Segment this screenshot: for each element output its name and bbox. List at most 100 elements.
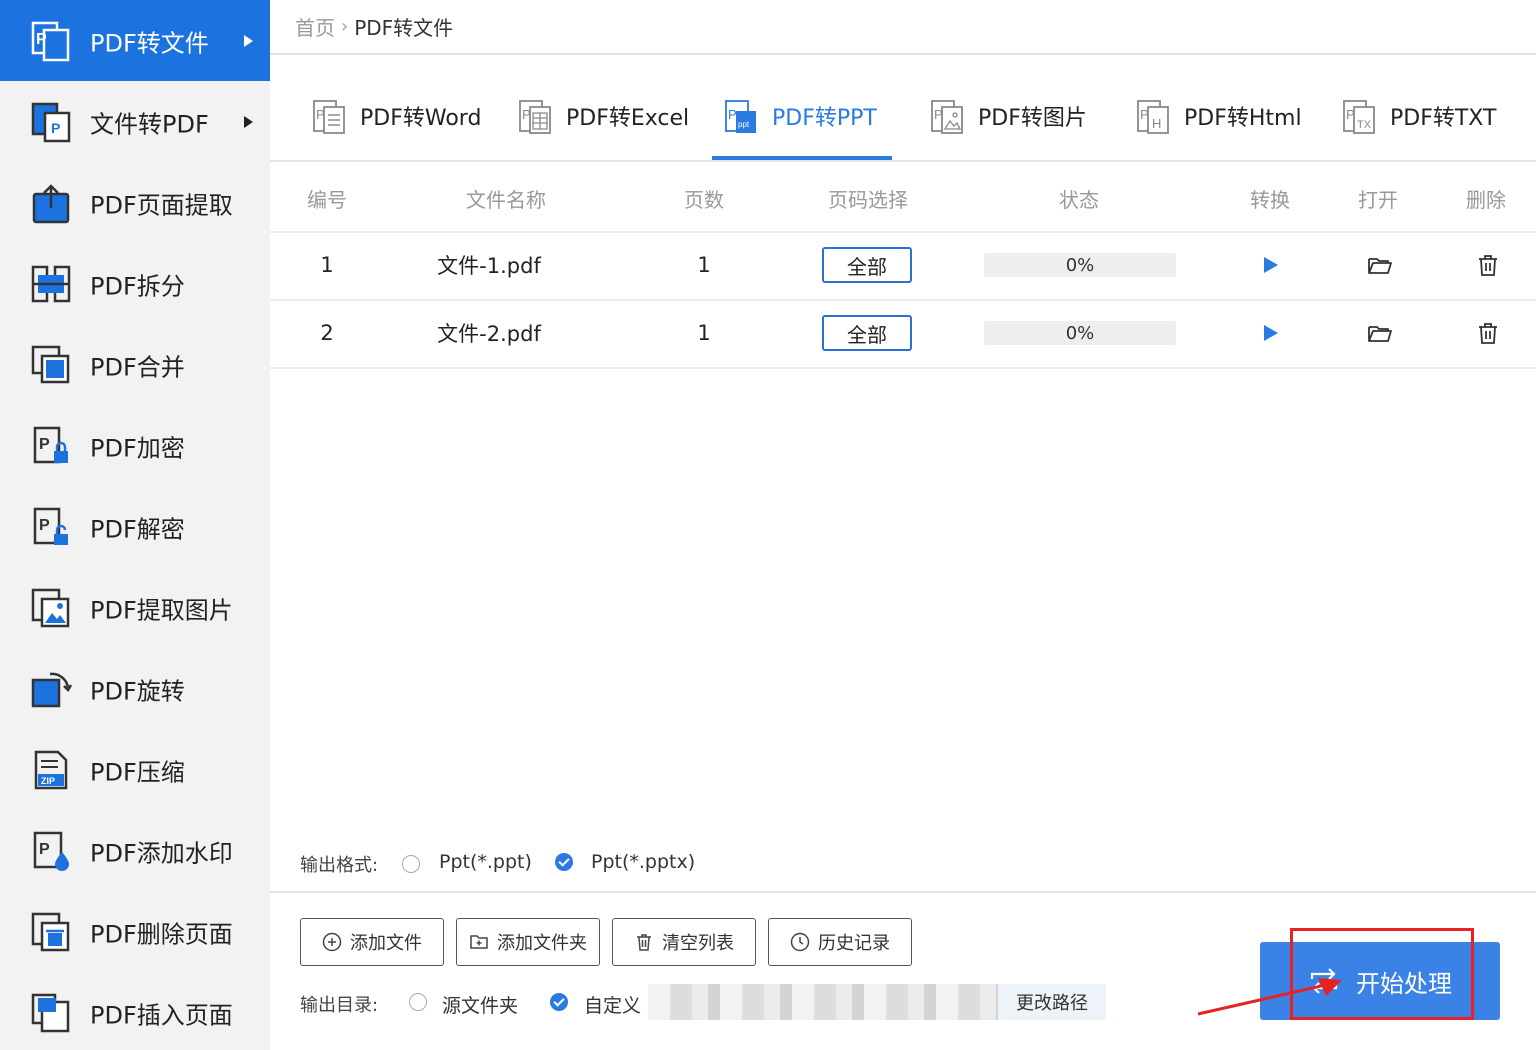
insert-page-icon [31, 993, 70, 1032]
sidebar-item-split[interactable]: PDF拆分 [0, 243, 270, 324]
column-header-status: 状态 [1059, 188, 1099, 212]
add-file-label: 添加文件 [350, 933, 422, 954]
svg-text:P: P [39, 436, 50, 453]
progress-bar: 0% [984, 253, 1176, 277]
divider [270, 891, 1536, 893]
sidebar-item-label: 文件转PDF [90, 110, 209, 138]
history-button[interactable]: 历史记录 [768, 918, 912, 966]
output-dir-label: 输出目录: [300, 995, 379, 1016]
progress-text: 0% [1065, 254, 1095, 276]
split-icon [31, 265, 71, 302]
sidebar-item-file-to-pdf[interactable]: P 文件转PDF [0, 81, 270, 162]
unlock-icon: P [33, 507, 68, 545]
breadcrumb-current: PDF转文件 [354, 16, 454, 40]
plus-circle-icon [322, 932, 342, 952]
clear-list-button[interactable]: 清空列表 [612, 918, 756, 966]
tab-pdf-to-word[interactable]: P PDF转Word [312, 72, 481, 160]
sidebar-item-extract-image[interactable]: PDF提取图片 [0, 567, 270, 648]
sidebar-item-label: PDF页面提取 [90, 191, 233, 219]
sidebar-item-label: PDF提取图片 [90, 596, 233, 624]
sidebar-item-pdf-to-file[interactable]: P PDF转文件 [0, 0, 270, 81]
divider [270, 53, 1536, 55]
play-icon[interactable] [1257, 320, 1283, 346]
dir-custom-radio[interactable] [550, 993, 568, 1011]
format-pptx-label[interactable]: Ppt(*.pptx) [591, 851, 695, 873]
progress-bar: 0% [984, 321, 1176, 345]
tab-pdf-to-image[interactable]: P PDF转图片 [930, 72, 1087, 160]
dir-custom-label[interactable]: 自定义 [584, 991, 648, 1018]
sidebar-item-label: PDF解密 [90, 515, 185, 543]
tab-pdf-to-html[interactable]: PH PDF转Html [1136, 72, 1302, 160]
txt-doc-icon: PTX [1343, 100, 1375, 134]
zip-icon: ZIP [34, 750, 68, 789]
tab-label: PDF转PPT [772, 106, 877, 131]
add-file-button[interactable]: 添加文件 [300, 918, 444, 966]
excel-doc-icon: P [519, 100, 551, 134]
add-folder-button[interactable]: 添加文件夹 [456, 918, 600, 966]
expand-arrow-icon [244, 34, 253, 47]
divider [270, 367, 1536, 369]
folder-open-icon[interactable] [1367, 252, 1393, 278]
delete-page-icon [31, 912, 70, 951]
tab-pdf-to-excel[interactable]: P PDF转Excel [518, 72, 689, 160]
svg-text:P: P [39, 517, 50, 534]
add-folder-label: 添加文件夹 [497, 933, 587, 954]
tab-pdf-to-txt[interactable]: P TX PDF转TXT [1342, 72, 1496, 160]
sidebar-item-merge[interactable]: PDF合并 [0, 324, 270, 405]
sidebar-item-label: PDF合并 [90, 353, 185, 381]
output-format-label: 输出格式: [300, 855, 379, 876]
sidebar-item-page-extract[interactable]: PDF页面提取 [0, 162, 270, 243]
sidebar-item-decrypt[interactable]: P PDF解密 [0, 486, 270, 567]
row-filename: 文件-2.pdf [437, 322, 541, 346]
dir-source-radio[interactable] [409, 993, 427, 1011]
sidebar-item-compress[interactable]: ZIP PDF压缩 [0, 729, 270, 810]
tab-pdf-to-ppt[interactable]: Pppt PDF转PPT [724, 72, 877, 160]
format-pptx-radio[interactable] [555, 853, 573, 871]
sidebar: P PDF转文件 P 文件转PDF PDF页面提取 PDF拆分 PDF合并 P … [0, 0, 270, 1050]
page-extract-icon [32, 183, 70, 223]
start-process-label: 开始处理 [1356, 969, 1452, 998]
svg-text:P: P [1140, 107, 1149, 122]
history-label: 历史记录 [818, 933, 890, 954]
table-row: 2 文件-2.pdf 1 全部 0% [270, 299, 1536, 367]
row-filename: 文件-1.pdf [437, 254, 541, 278]
sidebar-item-watermark[interactable]: P PDF添加水印 [0, 810, 270, 891]
sidebar-item-label: PDF拆分 [90, 272, 185, 300]
page-select-button[interactable]: 全部 [822, 315, 912, 351]
clock-icon [790, 932, 810, 952]
tab-label: PDF转Excel [566, 106, 690, 131]
sidebar-item-insert-page[interactable]: PDF插入页面 [0, 972, 270, 1050]
table-row: 1 文件-1.pdf 1 全部 0% [270, 231, 1536, 299]
sidebar-item-delete-page[interactable]: PDF删除页面 [0, 891, 270, 972]
dir-source-label[interactable]: 源文件夹 [442, 991, 518, 1018]
merge-icon [31, 345, 70, 383]
breadcrumb-home-link[interactable]: 首页 [295, 12, 335, 41]
column-header-open: 打开 [1358, 188, 1398, 212]
play-icon[interactable] [1257, 252, 1283, 278]
trash-icon[interactable] [1475, 320, 1501, 346]
svg-text:P: P [934, 107, 943, 122]
sidebar-item-encrypt[interactable]: P PDF加密 [0, 405, 270, 486]
ppt-doc-icon: Pppt [725, 100, 756, 133]
output-path-field[interactable] [648, 984, 998, 1020]
format-ppt-radio[interactable] [402, 855, 420, 873]
watermark-drop-icon: P [33, 831, 69, 871]
page-select-button[interactable]: 全部 [822, 247, 912, 283]
column-header-convert: 转换 [1250, 188, 1290, 212]
trash-icon [637, 934, 651, 951]
trash-icon[interactable] [1475, 252, 1501, 278]
image-doc-icon: P [931, 100, 963, 134]
column-header-delete: 删除 [1466, 188, 1506, 212]
annotation-arrow-icon [1197, 978, 1342, 1016]
folder-open-icon[interactable] [1367, 320, 1393, 346]
column-header-pages: 页数 [684, 188, 724, 212]
format-ppt-label[interactable]: Ppt(*.ppt) [439, 851, 532, 873]
sidebar-item-rotate[interactable]: PDF旋转 [0, 648, 270, 729]
breadcrumb: 首页 › PDF转文件 [295, 12, 453, 41]
sidebar-item-label: PDF转文件 [90, 29, 209, 57]
tab-label: PDF转Html [1184, 106, 1302, 131]
row-index: 2 [320, 321, 334, 345]
row-pages: 1 [697, 321, 711, 345]
svg-text:P: P [728, 107, 737, 122]
change-path-button[interactable]: 更改路径 [998, 984, 1106, 1020]
